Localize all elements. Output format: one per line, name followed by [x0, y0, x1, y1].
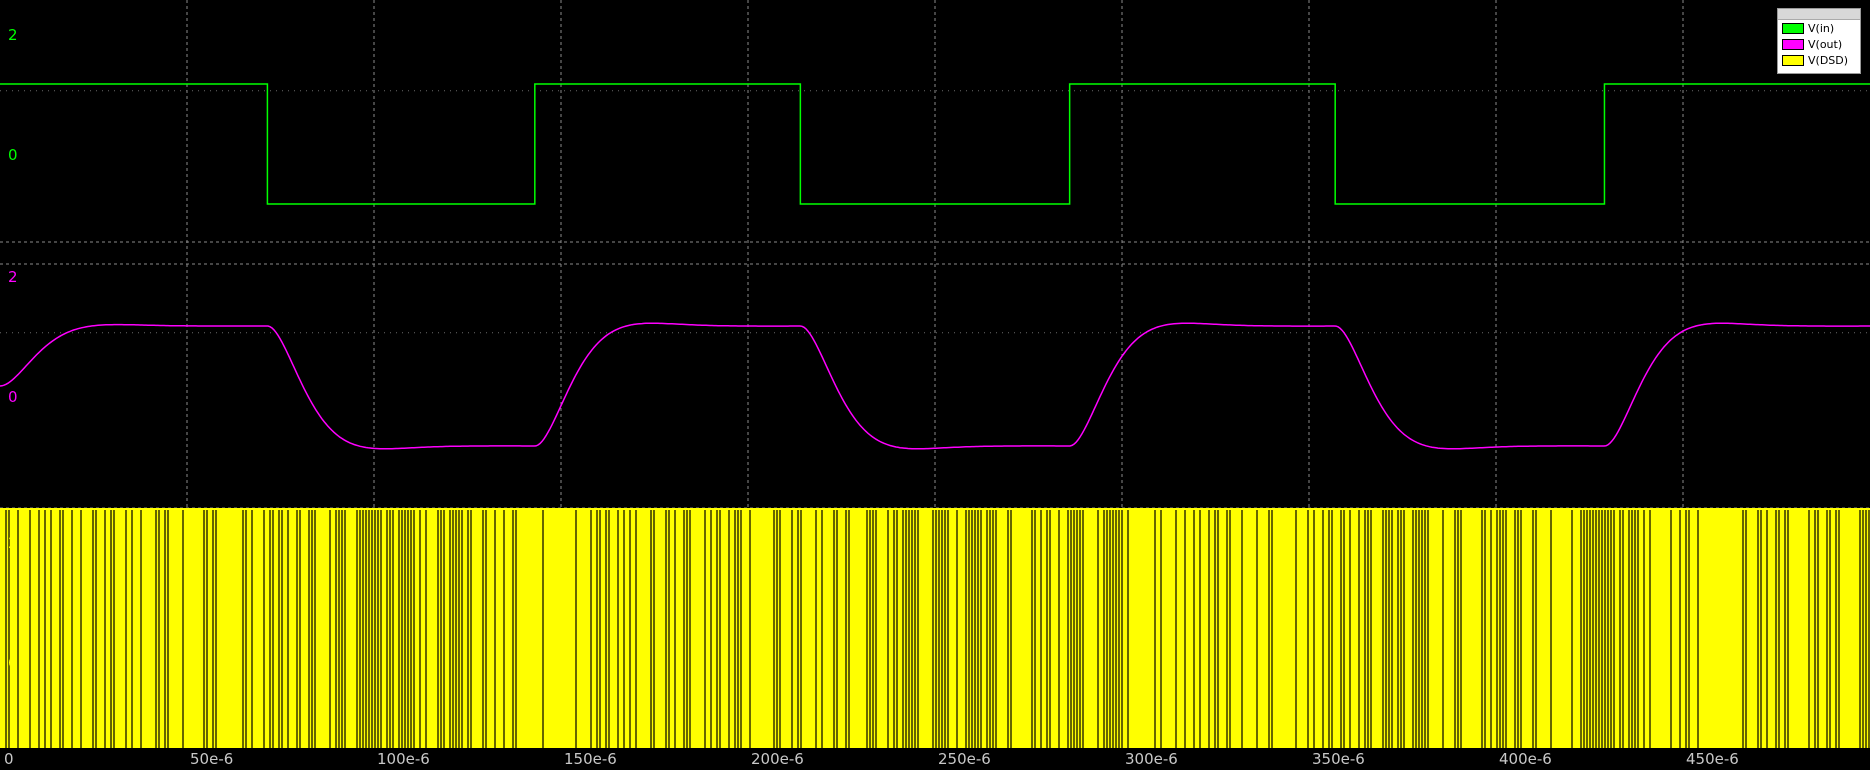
x-tick-label: 350e-6	[1312, 750, 1365, 768]
y-tick-label: 0	[8, 146, 18, 164]
legend-label-vin: V(in)	[1808, 21, 1835, 35]
legend[interactable]: V(in) V(out) V(DSD)	[1777, 8, 1861, 74]
legend-item-vout: V(out)	[1778, 36, 1860, 52]
x-tick-label: 300e-6	[1125, 750, 1178, 768]
legend-header	[1778, 9, 1860, 20]
x-tick-label: 400e-6	[1499, 750, 1552, 768]
waveform-plot[interactable]: 2 0 2 0 2 0 0 50e-6 100e-6 150e-6 200e-6 250e-6 300…	[0, 0, 1870, 770]
legend-swatch-vin	[1782, 22, 1804, 34]
legend-swatch-vout	[1782, 38, 1804, 50]
x-tick-label: 50e-6	[190, 750, 233, 768]
legend-label-vout: V(out)	[1808, 37, 1843, 51]
y-tick-label: 2	[8, 26, 18, 44]
x-tick-label: 200e-6	[751, 750, 804, 768]
y-tick-label: 0	[8, 654, 18, 672]
x-tick-label: 450e-6	[1686, 750, 1739, 768]
y-tick-label: 2	[8, 534, 18, 552]
y-tick-label: 0	[8, 388, 18, 406]
x-tick-label: 250e-6	[938, 750, 991, 768]
x-tick-label: 100e-6	[377, 750, 430, 768]
legend-item-vin: V(in)	[1778, 20, 1860, 36]
y-tick-label: 2	[8, 268, 18, 286]
legend-swatch-vdsd	[1782, 54, 1804, 66]
legend-item-vdsd: V(DSD)	[1778, 52, 1860, 68]
x-tick-label: 150e-6	[564, 750, 617, 768]
legend-label-vdsd: V(DSD)	[1808, 53, 1849, 67]
x-tick-label: 0	[4, 750, 14, 768]
